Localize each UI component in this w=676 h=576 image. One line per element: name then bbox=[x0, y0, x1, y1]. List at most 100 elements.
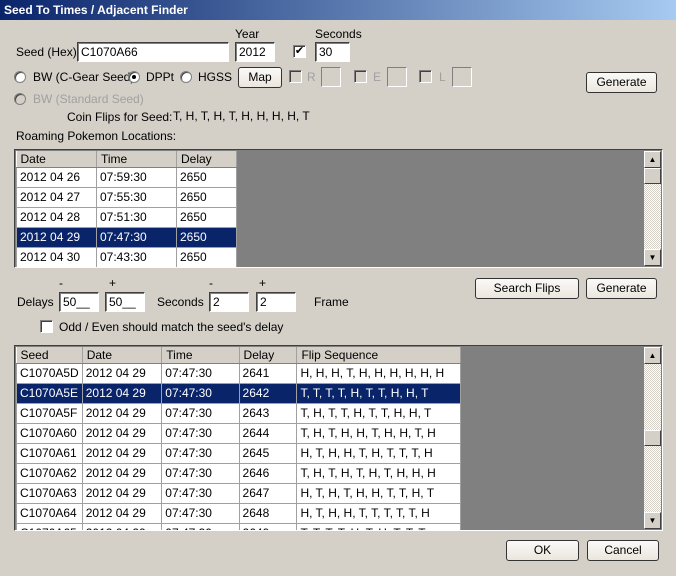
search-flips-button[interactable]: Search Flips bbox=[475, 278, 579, 299]
table-cell: 07:47:30 bbox=[161, 522, 240, 530]
generate-button[interactable]: Generate bbox=[586, 72, 657, 93]
roaming-label: Roaming Pokemon Locations: bbox=[16, 129, 177, 143]
table-row[interactable]: C1070A5E 2012 04 29 07:47:30 2642 T, T, T, T… bbox=[16, 382, 461, 404]
column-header-time[interactable]: Time bbox=[96, 151, 177, 168]
coin-flips-value: T, H, T, H, T, H, H, H, H, T bbox=[173, 109, 310, 123]
results-scrollbar[interactable]: ▲ ▼ bbox=[644, 347, 661, 529]
table-cell: 2012 04 28 bbox=[16, 206, 97, 228]
scroll-down-icon[interactable]: ▼ bbox=[644, 512, 661, 529]
column-header-date[interactable]: Date bbox=[16, 151, 97, 168]
table-row[interactable]: C1070A64 2012 04 29 07:47:30 2648 H, T, H, H… bbox=[16, 502, 461, 524]
table-row[interactable]: C1070A61 2012 04 29 07:47:30 2645 H, T, H, H… bbox=[16, 442, 461, 464]
generate-adjacent-button[interactable]: Generate bbox=[586, 278, 657, 299]
table-cell: 07:47:30 bbox=[161, 442, 240, 464]
table-cell: 2012 04 29 bbox=[81, 502, 163, 524]
table-cell: C1070A60 bbox=[16, 422, 83, 444]
range-seconds-label: Seconds bbox=[157, 295, 204, 309]
table-row[interactable]: C1070A5D 2012 04 29 07:47:30 2641 H, H, H, T… bbox=[16, 362, 461, 384]
table-cell: C1070A61 bbox=[16, 442, 83, 464]
table-cell: 07:51:30 bbox=[96, 206, 177, 228]
table-cell: T, T, T, T, H, T, H, T, T, T bbox=[296, 522, 461, 530]
roamer-r-checkbox[interactable] bbox=[289, 70, 302, 83]
table-cell: 2644 bbox=[238, 422, 298, 444]
delay-minus-label: - bbox=[59, 276, 63, 290]
table-row[interactable]: 2012 04 28 07:51:30 2650 bbox=[16, 206, 237, 228]
table-cell: H, T, H, T, H, H, T, T, H, T bbox=[296, 482, 461, 504]
table-cell: 07:47:30 bbox=[161, 502, 240, 524]
scroll-up-icon[interactable]: ▲ bbox=[644, 151, 661, 168]
roamer-r-label: R bbox=[307, 70, 316, 84]
scroll-up-icon[interactable]: ▲ bbox=[644, 347, 661, 364]
radio-bw-cgear-label: BW (C-Gear Seed) bbox=[33, 70, 135, 84]
table-cell: T, H, T, H, T, H, T, H, H, H bbox=[296, 462, 461, 484]
table-cell: 2649 bbox=[238, 522, 298, 530]
table-cell: 2012 04 29 bbox=[81, 482, 163, 504]
table-cell: 2012 04 26 bbox=[16, 166, 97, 188]
seconds-minus-input[interactable] bbox=[209, 292, 249, 312]
seconds-checkbox[interactable]: ✔ bbox=[293, 45, 306, 58]
table-cell: 2643 bbox=[238, 402, 298, 424]
seconds-plus-input[interactable] bbox=[256, 292, 296, 312]
table-row[interactable]: C1070A62 2012 04 29 07:47:30 2646 T, H, T, H… bbox=[16, 462, 461, 484]
radio-hgss-label: HGSS bbox=[198, 70, 233, 84]
table-cell: 2650 bbox=[176, 226, 237, 248]
table-row[interactable]: C1070A63 2012 04 29 07:47:30 2647 H, T, H, T… bbox=[16, 482, 461, 504]
column-header-time[interactable]: Time bbox=[161, 347, 240, 364]
coin-flips-label: Coin Flips for Seed: bbox=[67, 110, 173, 124]
table-cell: C1070A5E bbox=[16, 382, 83, 404]
seconds-input[interactable] bbox=[315, 42, 350, 62]
delay-plus-input[interactable] bbox=[105, 292, 145, 312]
column-header-seed[interactable]: Seed bbox=[16, 347, 83, 364]
table-row[interactable]: 2012 04 30 07:43:30 2650 bbox=[16, 246, 237, 267]
roamer-l-label: L bbox=[439, 70, 446, 84]
scroll-down-icon[interactable]: ▼ bbox=[644, 249, 661, 266]
roamer-e-checkbox[interactable] bbox=[354, 70, 367, 83]
radio-dppt[interactable] bbox=[128, 71, 140, 83]
delay-plus-label: + bbox=[109, 276, 117, 290]
ok-button[interactable]: OK bbox=[506, 540, 579, 561]
table-cell: 07:55:30 bbox=[96, 186, 177, 208]
scroll-thumb[interactable] bbox=[644, 168, 661, 184]
odd-even-label: Odd / Even should match the seed's delay bbox=[59, 320, 284, 334]
seed-input[interactable] bbox=[77, 42, 229, 62]
roamer-l-checkbox[interactable] bbox=[419, 70, 432, 83]
table-cell: 2647 bbox=[238, 482, 298, 504]
table-cell: T, T, T, T, H, T, T, H, H, T bbox=[296, 382, 461, 404]
table-row[interactable]: 2012 04 29 07:47:30 2650 bbox=[16, 226, 237, 248]
column-header-delay[interactable]: Delay bbox=[239, 347, 298, 364]
table-row[interactable]: C1070A5F 2012 04 29 07:47:30 2643 T, H, T, T… bbox=[16, 402, 461, 424]
table-cell: 2650 bbox=[176, 166, 237, 188]
results-table[interactable]: Seed Date Time Delay Flip Sequence C1070… bbox=[14, 345, 663, 531]
table-cell: C1070A63 bbox=[16, 482, 83, 504]
map-button[interactable]: Map bbox=[238, 67, 282, 88]
table-row[interactable]: C1070A652012 04 2907:47:302649T, T, T, T… bbox=[16, 522, 461, 530]
table-cell: 2650 bbox=[176, 246, 237, 267]
radio-hgss[interactable] bbox=[180, 71, 192, 83]
table-cell: 2645 bbox=[238, 442, 298, 464]
radio-bw-standard bbox=[14, 93, 26, 105]
table-row[interactable]: 2012 04 27 07:55:30 2650 bbox=[16, 186, 237, 208]
column-header-date[interactable]: Date bbox=[82, 347, 163, 364]
column-header-delay[interactable]: Delay bbox=[176, 151, 237, 168]
table-row[interactable]: C1070A60 2012 04 29 07:47:30 2644 T, H, T, H… bbox=[16, 422, 461, 444]
roamer-e-label: E bbox=[373, 70, 382, 84]
scroll-thumb[interactable] bbox=[644, 430, 661, 446]
table-cell: 2012 04 29 bbox=[81, 402, 163, 424]
radio-bw-cgear[interactable] bbox=[14, 71, 26, 83]
table-cell: 07:47:30 bbox=[161, 462, 240, 484]
table-cell: 07:47:30 bbox=[161, 382, 240, 404]
roaming-scrollbar[interactable]: ▲ ▼ bbox=[644, 151, 661, 266]
odd-even-checkbox[interactable] bbox=[40, 320, 53, 333]
roaming-table[interactable]: Date Time Delay 2012 04 26 07:59:30 2650 20… bbox=[14, 149, 663, 268]
table-cell: 2650 bbox=[176, 186, 237, 208]
table-row[interactable]: 2012 04 26 07:59:30 2650 bbox=[16, 166, 237, 188]
cancel-button[interactable]: Cancel bbox=[587, 540, 659, 561]
table-cell: H, T, H, H, T, T, T, T, T, H bbox=[296, 502, 461, 524]
title-bar: Seed To Times / Adjacent Finder bbox=[0, 0, 676, 20]
table-cell: H, T, H, H, T, H, T, T, T, H bbox=[296, 442, 461, 464]
table-cell: 07:47:30 bbox=[96, 226, 177, 248]
year-input[interactable] bbox=[235, 42, 275, 62]
roamer-l-input bbox=[452, 67, 472, 87]
column-header-flip-sequence[interactable]: Flip Sequence bbox=[296, 347, 461, 364]
delay-minus-input[interactable] bbox=[59, 292, 99, 312]
